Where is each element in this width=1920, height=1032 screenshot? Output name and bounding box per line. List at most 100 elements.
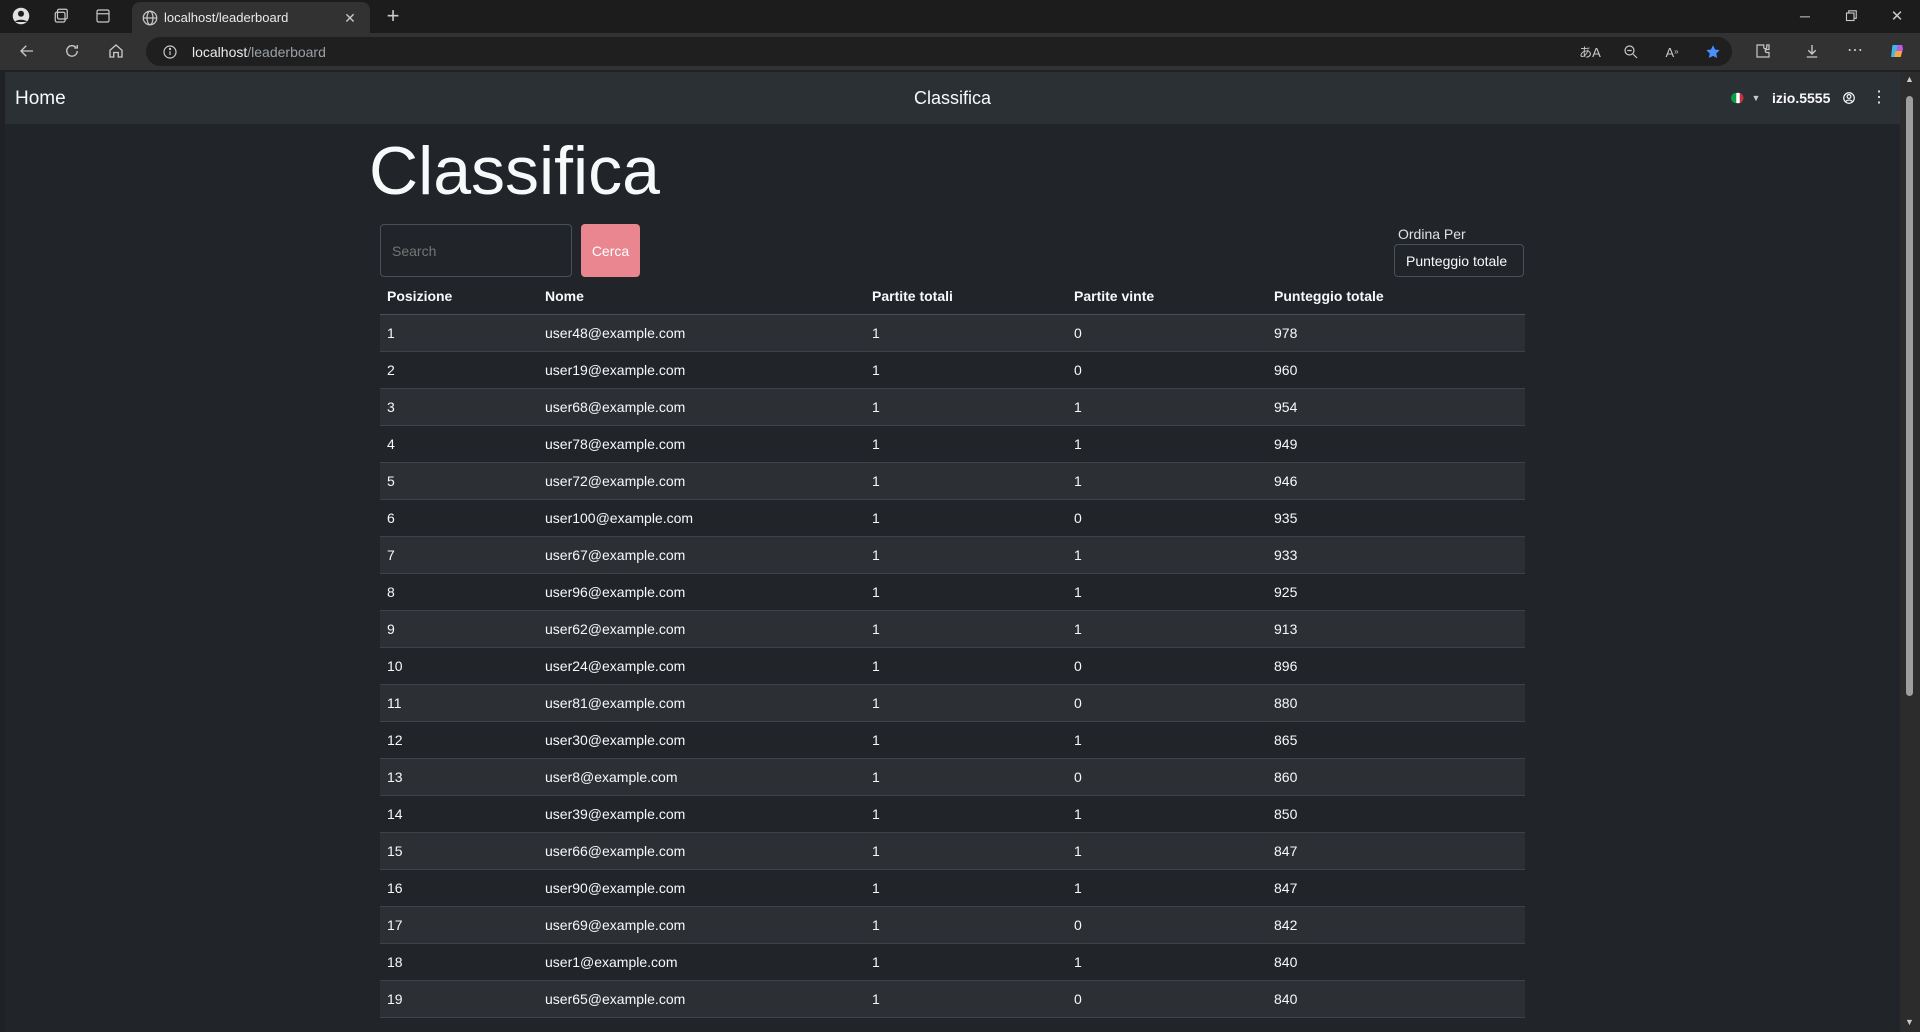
cell-partite-vinte: 1 (1067, 721, 1267, 759)
cell-partite-vinte: 1 (1067, 795, 1267, 833)
table-row: 8 user96@example.com 1 1 925 (380, 573, 1525, 611)
read-aloud-icon[interactable]: A» (1660, 40, 1684, 64)
table-row: 13 user8@example.com 1 0 860 (380, 758, 1525, 796)
cell-nome: user96@example.com (538, 573, 865, 611)
header-partite-vinte[interactable]: Partite vinte (1067, 278, 1267, 315)
back-icon[interactable] (15, 39, 39, 63)
site-info-icon[interactable] (158, 40, 182, 64)
cell-partite-vinte: 0 (1067, 647, 1267, 685)
cell-partite-totali: 1 (865, 906, 1067, 944)
cell-posizione: 13 (380, 758, 538, 796)
close-tab-icon[interactable]: ✕ (338, 6, 362, 30)
active-tab[interactable]: localhost/leaderboard ✕ (132, 2, 370, 33)
cell-punteggio-totale: 960 (1267, 351, 1525, 389)
header-posizione[interactable]: Posizione (380, 278, 538, 315)
workspaces-icon[interactable] (50, 4, 74, 28)
cell-partite-vinte: 0 (1067, 314, 1267, 352)
refresh-icon[interactable] (60, 39, 84, 63)
cell-partite-vinte: 1 (1067, 425, 1267, 463)
kebab-menu-icon[interactable]: ⋮ (1867, 86, 1891, 110)
table-row: 9 user62@example.com 1 1 913 (380, 610, 1525, 648)
cell-posizione: 5 (380, 462, 538, 500)
cell-punteggio-totale: 954 (1267, 388, 1525, 426)
profile-icon[interactable] (9, 4, 33, 28)
cell-nome: user100@example.com (538, 499, 865, 537)
header-partite-totali[interactable]: Partite totali (865, 278, 1067, 315)
cell-partite-vinte: 1 (1067, 610, 1267, 648)
user-circle-icon[interactable] (1837, 86, 1861, 110)
globe-icon (138, 6, 162, 30)
copilot-icon[interactable] (1885, 39, 1909, 63)
cell-punteggio-totale: 978 (1267, 314, 1525, 352)
cell-nome: user68@example.com (538, 388, 865, 426)
cell-nome: user62@example.com (538, 610, 865, 648)
table-row: 1 user48@example.com 1 0 978 (380, 314, 1525, 352)
cell-partite-vinte: 0 (1067, 980, 1267, 1018)
cell-posizione: 2 (380, 351, 538, 389)
leaderboard-table: Posizione Nome Partite totali Partite vi… (380, 278, 1525, 1018)
cell-partite-vinte: 1 (1067, 573, 1267, 611)
zoom-out-icon[interactable] (1619, 40, 1643, 64)
cell-nome: user67@example.com (538, 536, 865, 574)
vertical-tabs-icon[interactable] (91, 4, 115, 28)
cell-partite-totali: 1 (865, 647, 1067, 685)
cell-nome: user65@example.com (538, 980, 865, 1018)
cell-punteggio-totale: 933 (1267, 536, 1525, 574)
cell-posizione: 3 (380, 388, 538, 426)
restore-icon[interactable] (1839, 4, 1863, 28)
close-window-icon[interactable]: ✕ (1885, 4, 1909, 28)
header-nome[interactable]: Nome (538, 278, 865, 315)
home-icon[interactable] (104, 39, 128, 63)
extensions-icon[interactable] (1751, 39, 1775, 63)
sort-select[interactable]: Punteggio totale (1394, 244, 1524, 277)
cell-posizione: 19 (380, 980, 538, 1018)
navbar: Home Classifica ▼ izio.5555 ⋮ (5, 72, 1900, 124)
minimize-icon[interactable]: ─ (1793, 4, 1817, 28)
more-menu-icon[interactable]: ⋯ (1843, 39, 1867, 63)
cell-partite-totali: 1 (865, 832, 1067, 870)
cell-partite-vinte: 1 (1067, 462, 1267, 500)
scroll-up-icon[interactable]: ▲ (1905, 74, 1914, 84)
address-bar[interactable]: localhost/leaderboard あA A» (146, 37, 1732, 66)
cell-partite-totali: 1 (865, 721, 1067, 759)
username[interactable]: izio.5555 (1772, 90, 1830, 106)
table-row: 15 user66@example.com 1 1 847 (380, 832, 1525, 870)
header-punteggio-totale[interactable]: Punteggio totale (1267, 278, 1525, 315)
cell-partite-totali: 1 (865, 869, 1067, 907)
search-input[interactable] (380, 224, 572, 277)
table-row: 18 user1@example.com 1 1 840 (380, 943, 1525, 981)
cell-posizione: 4 (380, 425, 538, 463)
table-row: 5 user72@example.com 1 1 946 (380, 462, 1525, 500)
search-button[interactable]: Cerca (581, 224, 640, 277)
cell-nome: user39@example.com (538, 795, 865, 833)
cell-posizione: 18 (380, 943, 538, 981)
cell-nome: user78@example.com (538, 425, 865, 463)
table-row: 3 user68@example.com 1 1 954 (380, 388, 1525, 426)
cell-posizione: 1 (380, 314, 538, 352)
cell-partite-vinte: 1 (1067, 536, 1267, 574)
language-caret-icon[interactable]: ▼ (1744, 86, 1768, 110)
cell-partite-vinte: 1 (1067, 832, 1267, 870)
cell-punteggio-totale: 860 (1267, 758, 1525, 796)
cell-partite-totali: 1 (865, 499, 1067, 537)
cell-partite-totali: 1 (865, 610, 1067, 648)
cell-nome: user66@example.com (538, 832, 865, 870)
url-text: localhost/leaderboard (192, 44, 326, 60)
scrollbar-thumb[interactable] (1906, 96, 1913, 696)
page-scrollbar[interactable]: ▲ ▼ (1900, 72, 1920, 1032)
page: Home Classifica ▼ izio.5555 ⋮ Classifica… (5, 72, 1900, 1032)
cell-partite-totali: 1 (865, 980, 1067, 1018)
scroll-down-icon[interactable]: ▼ (1905, 1017, 1914, 1027)
cell-nome: user1@example.com (538, 943, 865, 981)
new-tab-icon[interactable]: + (381, 4, 405, 28)
cell-partite-vinte: 0 (1067, 684, 1267, 722)
downloads-icon[interactable] (1800, 39, 1824, 63)
favorite-star-icon[interactable] (1701, 40, 1725, 64)
table-row: 17 user69@example.com 1 0 842 (380, 906, 1525, 944)
cell-posizione: 9 (380, 610, 538, 648)
translate-icon[interactable]: あA (1578, 40, 1602, 64)
table-row: 4 user78@example.com 1 1 949 (380, 425, 1525, 463)
cell-partite-totali: 1 (865, 573, 1067, 611)
cell-punteggio-totale: 946 (1267, 462, 1525, 500)
cell-punteggio-totale: 840 (1267, 943, 1525, 981)
